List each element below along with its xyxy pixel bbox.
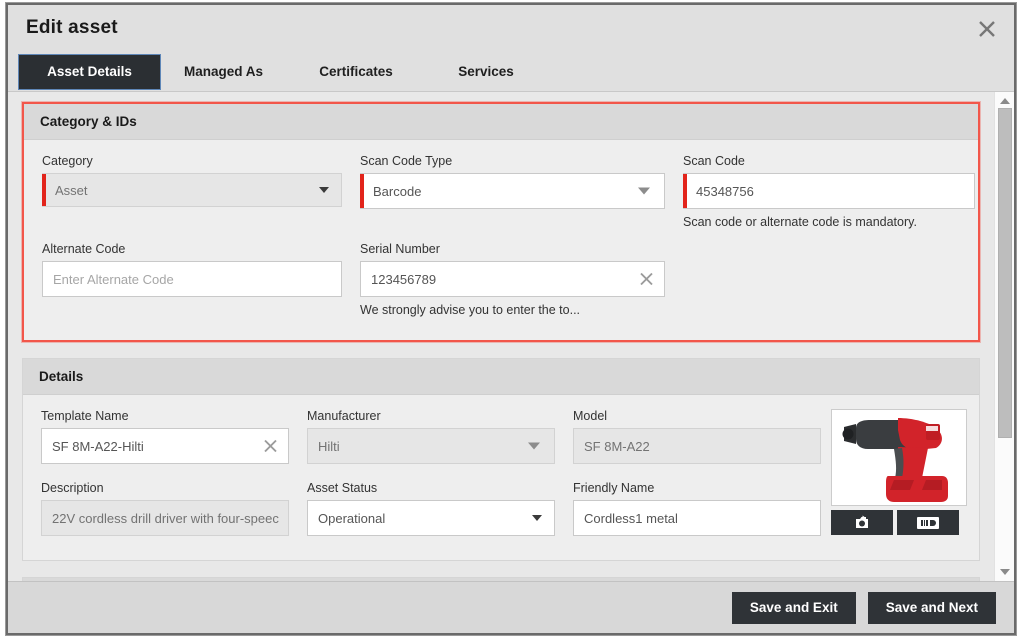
description-input: 22V cordless drill driver with four-spee… (41, 500, 289, 536)
chevron-down-icon[interactable] (528, 442, 540, 450)
label-template-name: Template Name (41, 409, 129, 423)
field-scan-code: Scan Code 45348756 Scan code or alternat… (683, 154, 975, 230)
label-description: Description (41, 481, 104, 495)
section-details: Details Template Name SF 8M-A22-Hilti Ma… (22, 358, 980, 561)
chevron-down-icon[interactable] (638, 187, 650, 195)
modal-footer: Save and Exit Save and Next (8, 581, 1014, 633)
save-and-exit-button[interactable]: Save and Exit (731, 591, 856, 624)
save-and-next-button[interactable]: Save and Next (867, 591, 996, 624)
tab-asset-details[interactable]: Asset Details (18, 54, 161, 90)
section-ownership-and-storage: Ownership and Storage Details (22, 577, 980, 581)
label-friendly-name: Friendly Name (573, 481, 655, 495)
field-serial-number: Serial Number 123456789 We strongly advi… (360, 242, 665, 318)
description-value: 22V cordless drill driver with four-spee… (52, 510, 279, 526)
chevron-down-icon[interactable] (532, 515, 542, 521)
asset-media-block (831, 409, 967, 542)
alternate-code-placeholder: Enter Alternate Code (53, 271, 174, 287)
category-dropdown[interactable]: Asset (42, 173, 342, 207)
label-scan-code: Scan Code (683, 154, 745, 168)
model-input: SF 8M-A22 (573, 428, 821, 464)
scrollable-content: Category & IDs Category Asset Scan Code … (8, 92, 994, 581)
field-model: Model SF 8M-A22 (573, 409, 821, 464)
manufacturer-value: Hilti (318, 438, 340, 454)
section-header-details: Details (23, 359, 979, 395)
clear-icon[interactable] (262, 438, 279, 455)
friendly-name-input[interactable]: Cordless1 metal (573, 500, 821, 536)
vertical-scrollbar[interactable] (994, 92, 1014, 581)
model-value: SF 8M-A22 (584, 438, 650, 454)
scan-code-type-value: Barcode (373, 183, 422, 199)
close-icon[interactable] (974, 16, 1000, 42)
edit-asset-modal: Edit asset Asset Details Managed As Cert… (6, 3, 1016, 635)
template-name-input[interactable]: SF 8M-A22-Hilti (41, 428, 289, 464)
template-name-value: SF 8M-A22-Hilti (52, 438, 144, 454)
page-title: Edit asset (26, 17, 118, 38)
help-serial-number: We strongly advise you to enter the to..… (360, 303, 581, 317)
label-scan-code-type: Scan Code Type (360, 154, 453, 168)
section-category-and-ids: Category & IDs Category Asset Scan Code … (22, 102, 980, 342)
scan-code-input[interactable]: 45348756 (683, 173, 975, 209)
section-header-category-and-ids: Category & IDs (24, 104, 978, 140)
tab-bar: Asset Details Managed As Certificates Se… (8, 52, 1014, 92)
label-alternate-code: Alternate Code (42, 242, 126, 256)
help-scan-code: Scan code or alternate code is mandatory… (683, 215, 917, 229)
field-manufacturer: Manufacturer Hilti (307, 409, 555, 464)
scroll-down-arrow-icon[interactable] (995, 563, 1014, 581)
qr-tag-icon[interactable] (897, 510, 959, 535)
label-category: Category (42, 154, 93, 168)
label-manufacturer: Manufacturer (307, 409, 381, 423)
serial-number-input[interactable]: 123456789 (360, 261, 665, 297)
field-category: Category Asset (42, 154, 342, 230)
label-asset-status: Asset Status (307, 481, 378, 495)
scan-code-value: 45348756 (696, 183, 754, 199)
category-value: Asset (55, 182, 88, 198)
tab-certificates[interactable]: Certificates (286, 54, 426, 90)
serial-number-value: 123456789 (371, 271, 437, 287)
tab-managed-as[interactable]: Managed As (161, 54, 286, 90)
label-serial-number: Serial Number (360, 242, 440, 256)
asset-photo (831, 409, 967, 506)
manufacturer-dropdown[interactable]: Hilti (307, 428, 555, 464)
field-template-name: Template Name SF 8M-A22-Hilti (41, 409, 289, 464)
field-scan-code-type: Scan Code Type Barcode (360, 154, 665, 230)
field-asset-status: Asset Status Operational (307, 481, 555, 536)
label-model: Model (573, 409, 608, 423)
asset-status-dropdown[interactable]: Operational (307, 500, 555, 536)
modal-body: Category & IDs Category Asset Scan Code … (8, 92, 1014, 581)
alternate-code-input[interactable]: Enter Alternate Code (42, 261, 342, 297)
field-alternate-code: Alternate Code Enter Alternate Code (42, 242, 342, 318)
chevron-down-icon[interactable] (319, 187, 329, 193)
friendly-name-value: Cordless1 metal (584, 510, 678, 526)
asset-status-value: Operational (318, 510, 386, 526)
camera-upload-icon[interactable] (831, 510, 893, 535)
clear-icon[interactable] (638, 271, 655, 288)
field-description: Description 22V cordless drill driver wi… (41, 481, 289, 536)
section-header-ownership-and-storage: Ownership and Storage Details (23, 578, 979, 581)
field-friendly-name: Friendly Name Cordless1 metal (573, 481, 821, 536)
scan-code-type-dropdown[interactable]: Barcode (360, 173, 665, 209)
modal-titlebar: Edit asset (8, 5, 1014, 52)
tab-services[interactable]: Services (426, 54, 546, 90)
scrollbar-thumb[interactable] (998, 108, 1012, 438)
